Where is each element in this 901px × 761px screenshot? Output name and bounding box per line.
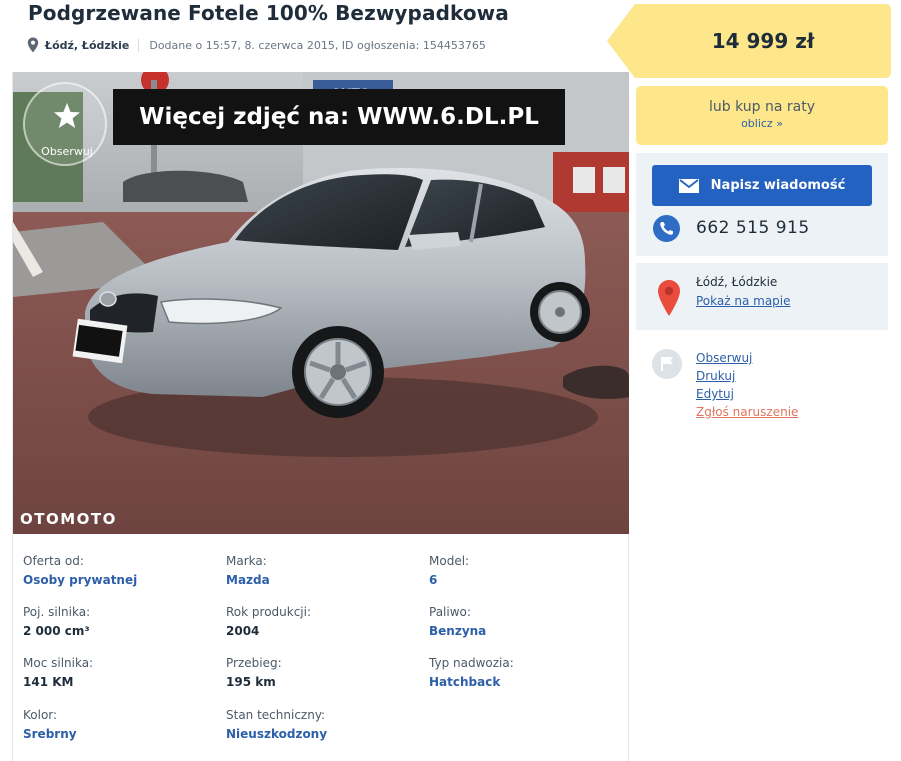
param-label: Oferta od: — [23, 554, 84, 568]
param-value: 195 km — [226, 675, 276, 689]
price-label: 14 999 zł — [635, 4, 891, 78]
param-mileage: Przebieg: 195 km — [226, 656, 426, 690]
param-make: Marka: Mazda — [226, 554, 426, 588]
param-label: Model: — [429, 554, 470, 568]
listing-added-info: Dodane o 15:57, 8. czerwca 2015, ID ogło… — [149, 38, 486, 52]
param-fuel: Paliwo: Benzyna — [429, 605, 629, 639]
watch-overlay-button[interactable]: Obserwuj — [23, 82, 107, 166]
param-engine-capacity: Poj. silnika: 2 000 cm³ — [23, 605, 223, 639]
param-label: Paliwo: — [429, 605, 471, 619]
listing-meta: Łódź, Łódzkie Dodane o 15:57, 8. czerwca… — [26, 37, 486, 53]
param-value-link[interactable]: Mazda — [226, 572, 426, 588]
param-body-type: Typ nadwozia: Hatchback — [429, 656, 629, 690]
param-value: 141 KM — [23, 675, 74, 689]
listing-location: Łódź, Łódzkie — [45, 38, 140, 52]
write-message-label: Napisz wiadomość — [710, 178, 846, 193]
param-offer-from: Oferta od: Osoby prywatnej — [23, 554, 223, 588]
location-name: Łódź, Łódzkie — [696, 275, 778, 289]
installments-calc-link[interactable]: oblicz » — [636, 117, 888, 130]
listing-photo[interactable]: AUTO — [13, 72, 629, 534]
watch-link[interactable]: Obserwuj — [696, 351, 752, 365]
param-value-link[interactable]: Hatchback — [429, 674, 629, 690]
listing-content: AUTO — [12, 72, 629, 761]
param-value-link[interactable]: 6 — [429, 572, 629, 588]
param-label: Typ nadwozia: — [429, 656, 514, 670]
phone-icon — [653, 215, 680, 242]
map-pin-icon — [658, 280, 680, 316]
param-value-link[interactable]: Benzyna — [429, 623, 629, 639]
phone-number[interactable]: 662 515 915 — [696, 218, 810, 238]
param-label: Moc silnika: — [23, 656, 94, 670]
installments-label: lub kup na raty — [709, 99, 815, 115]
param-value-link[interactable]: Osoby prywatnej — [23, 572, 223, 588]
installments-box[interactable]: lub kup na raty oblicz » — [636, 86, 888, 145]
param-condition: Stan techniczny: Nieuszkodzony — [226, 708, 426, 742]
param-label: Stan techniczny: — [226, 708, 326, 722]
flag-icon — [652, 349, 682, 379]
star-icon — [54, 103, 80, 128]
location-box: Łódź, Łódzkie Pokaż na mapie — [636, 263, 888, 330]
envelope-icon — [678, 178, 699, 193]
promo-banner: Więcej zdjęć na: WWW.6.DL.PL — [113, 89, 565, 145]
param-color: Kolor: Srebrny — [23, 708, 223, 742]
param-value: 2 000 cm³ — [23, 624, 90, 638]
param-engine-power: Moc silnika: 141 KM — [23, 656, 223, 690]
print-link[interactable]: Drukuj — [696, 369, 735, 383]
param-value-link[interactable]: Srebrny — [23, 726, 223, 742]
param-value-link[interactable]: Nieuszkodzony — [226, 726, 426, 742]
watch-overlay-label: Obserwuj — [41, 145, 93, 158]
write-message-button[interactable]: Napisz wiadomość — [652, 165, 872, 206]
param-label: Przebieg: — [226, 656, 282, 670]
param-label: Kolor: — [23, 708, 58, 722]
report-link[interactable]: Zgłoś naruszenie — [696, 405, 798, 419]
param-label: Marka: — [226, 554, 267, 568]
listing-actions: Obserwuj Drukuj Edytuj Zgłoś naruszenie — [636, 345, 888, 435]
param-label: Rok produkcji: — [226, 605, 312, 619]
location-pin-icon — [27, 37, 39, 53]
param-production-year: Rok produkcji: 2004 — [226, 605, 426, 639]
listing-title: Podgrzewane Fotele 100% Bezwypadkowa — [28, 1, 509, 25]
param-label: Poj. silnika: — [23, 605, 91, 619]
edit-link[interactable]: Edytuj — [696, 387, 734, 401]
show-on-map-link[interactable]: Pokaż na mapie — [696, 294, 791, 308]
contact-box: Napisz wiadomość 662 515 915 — [636, 153, 888, 256]
otomoto-watermark: OTOMOTO — [20, 510, 117, 528]
param-model: Model: 6 — [429, 554, 629, 588]
param-value: 2004 — [226, 624, 260, 638]
price-arrow — [607, 4, 635, 78]
